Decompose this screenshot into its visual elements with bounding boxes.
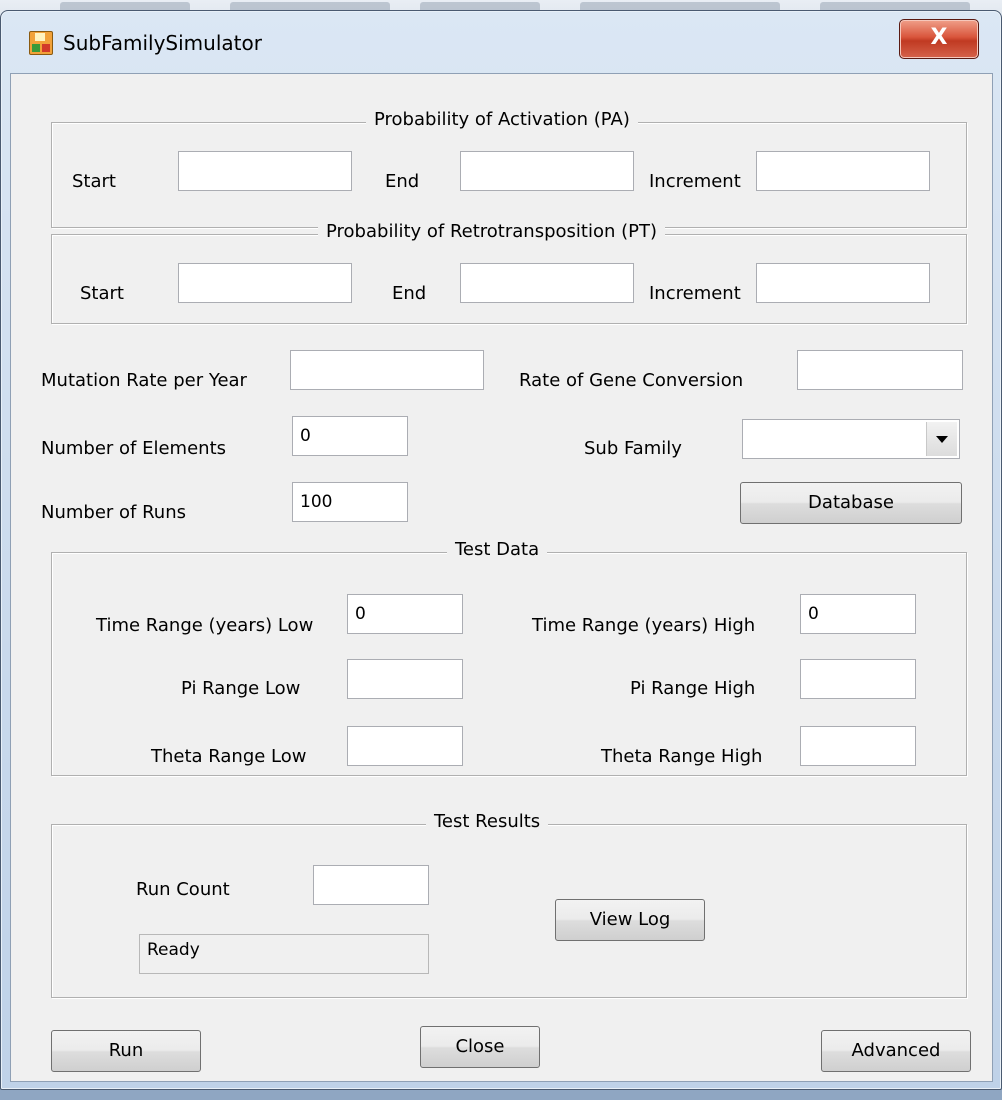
pa-increment-label: Increment [649, 171, 741, 192]
runs-input[interactable] [292, 482, 408, 522]
pi-low-input[interactable] [347, 659, 463, 699]
chevron-down-icon[interactable] [926, 422, 957, 456]
close-icon: X [930, 25, 948, 50]
app-icon [29, 31, 53, 55]
view-log-button[interactable]: View Log [555, 899, 705, 941]
test-results-title: Test Results [426, 811, 549, 832]
simulator-window: SubFamilySimulator X Probability of Acti… [0, 10, 1002, 1090]
gene-conversion-label: Rate of Gene Conversion [519, 370, 744, 391]
pt-increment-label: Increment [649, 283, 741, 304]
pa-group: Probability of Activation (PA) Start End… [51, 109, 967, 228]
status-text: Ready [147, 940, 200, 960]
time-low-input[interactable] [347, 594, 463, 634]
gene-conversion-input[interactable] [797, 350, 963, 390]
elements-label: Number of Elements [41, 438, 227, 459]
pa-group-title: Probability of Activation (PA) [366, 109, 638, 130]
time-high-input[interactable] [800, 594, 916, 634]
test-data-group: Test Data Time Range (years) Low Time Ra… [51, 539, 967, 776]
time-low-label: Time Range (years) Low [96, 615, 314, 636]
run-count-label: Run Count [136, 879, 230, 900]
subfamily-select[interactable] [742, 419, 960, 459]
elements-input[interactable] [292, 416, 408, 456]
advanced-button[interactable]: Advanced [821, 1030, 971, 1072]
subfamily-label: Sub Family [584, 438, 682, 459]
pa-start-input[interactable] [178, 151, 352, 191]
mutation-rate-input[interactable] [290, 350, 484, 390]
theta-low-label: Theta Range Low [151, 746, 307, 767]
pi-low-label: Pi Range Low [181, 678, 301, 699]
pt-increment-input[interactable] [756, 263, 930, 303]
pt-start-input[interactable] [178, 263, 352, 303]
test-data-title: Test Data [447, 539, 548, 560]
pt-end-label: End [392, 283, 427, 304]
time-high-label: Time Range (years) High [532, 615, 756, 636]
pa-end-label: End [385, 171, 420, 192]
pt-end-input[interactable] [460, 263, 634, 303]
pi-high-label: Pi Range High [630, 678, 756, 699]
run-button[interactable]: Run [51, 1030, 201, 1072]
close-button[interactable]: Close [420, 1026, 540, 1068]
run-count-input[interactable] [313, 865, 429, 905]
theta-high-input[interactable] [800, 726, 916, 766]
window-title: SubFamilySimulator [63, 31, 262, 55]
pt-group-title: Probability of Retrotransposition (PT) [318, 221, 665, 242]
pi-high-input[interactable] [800, 659, 916, 699]
mutation-rate-label: Mutation Rate per Year [41, 370, 247, 391]
theta-high-label: Theta Range High [601, 746, 763, 767]
status-field: Ready [139, 934, 429, 974]
theta-low-input[interactable] [347, 726, 463, 766]
pa-increment-input[interactable] [756, 151, 930, 191]
pa-end-input[interactable] [460, 151, 634, 191]
title-bar[interactable]: SubFamilySimulator X [1, 11, 1001, 73]
pt-start-label: Start [80, 283, 124, 304]
database-button[interactable]: Database [740, 482, 962, 524]
pa-start-label: Start [72, 171, 116, 192]
dialog-client-area: Probability of Activation (PA) Start End… [10, 73, 993, 1082]
test-results-group: Test Results Run Count Ready View Log [51, 811, 967, 998]
pt-group: Probability of Retrotransposition (PT) S… [51, 221, 967, 324]
window-close-button[interactable]: X [899, 19, 979, 59]
runs-label: Number of Runs [41, 502, 186, 523]
